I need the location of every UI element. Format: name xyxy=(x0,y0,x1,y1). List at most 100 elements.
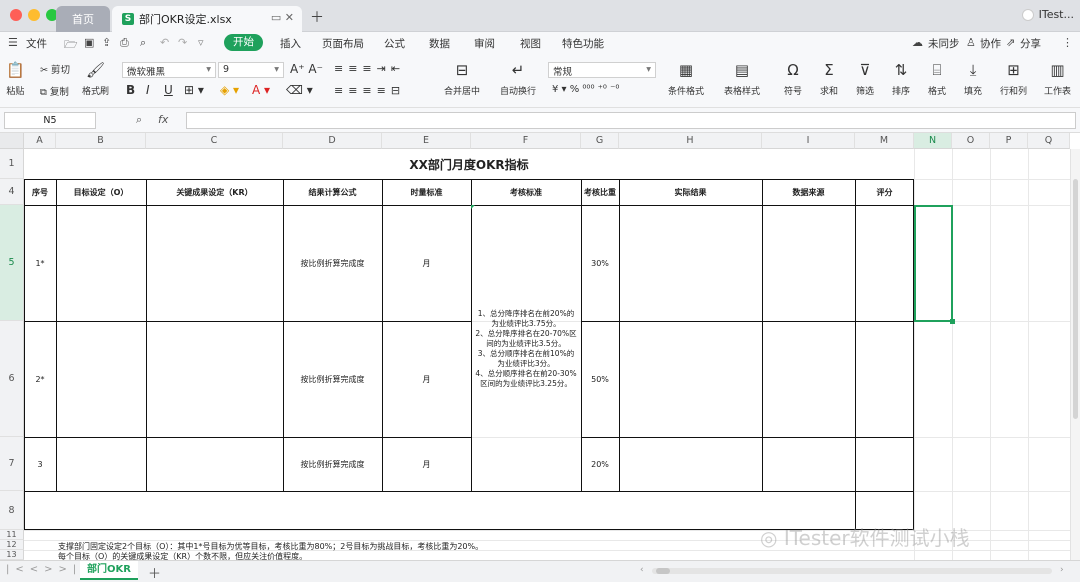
header-cell[interactable]: 评分 xyxy=(855,180,914,205)
header-cell[interactable]: 结果计算公式 xyxy=(283,180,382,205)
column-header[interactable]: F xyxy=(471,133,581,149)
sheet-title[interactable]: XX部门月度OKR指标 xyxy=(24,149,914,179)
table-style-button[interactable]: ▤ 表格样式 xyxy=(724,60,760,97)
seq-cell[interactable]: 2* xyxy=(24,322,56,437)
menu-data[interactable]: 数据 xyxy=(429,36,450,51)
header-cell[interactable]: 关键成果设定（KR） xyxy=(146,180,283,205)
share-button[interactable]: 分享 xyxy=(1020,36,1041,51)
open-folder-icon[interactable]: 🗁 xyxy=(64,36,78,55)
header-cell[interactable]: 时量标准 xyxy=(382,180,471,205)
column-header[interactable]: I xyxy=(762,133,855,149)
row-header[interactable]: 11 xyxy=(0,530,24,540)
bold-icon[interactable]: B xyxy=(126,83,135,97)
tab-home[interactable]: 首页 xyxy=(56,6,110,32)
row-header[interactable]: 4 xyxy=(0,179,24,205)
add-sheet-icon[interactable]: ＋ xyxy=(148,563,161,582)
worksheet-button[interactable]: ▥ 工作表 xyxy=(1044,60,1071,97)
column-header[interactable]: M xyxy=(855,133,914,149)
criteria-cell[interactable]: 1、总分降序排名在前20%的为业绩评比3.75分。 2、总分降序排名在20-70… xyxy=(473,206,579,491)
period-cell[interactable]: 月 xyxy=(382,322,471,437)
menu-home-tab[interactable]: 开始 xyxy=(224,34,263,51)
column-header[interactable]: G xyxy=(581,133,619,149)
paste-button[interactable]: 📋 粘贴 xyxy=(6,60,25,97)
save-icon[interactable]: ▣ xyxy=(84,36,94,49)
border-icon[interactable]: ⊞ ▾ xyxy=(184,83,204,97)
column-header[interactable]: A xyxy=(24,133,56,149)
symbol-button[interactable]: Ω 符号 xyxy=(784,60,802,97)
column-header[interactable]: B xyxy=(56,133,146,149)
more-icon[interactable]: ⋮ xyxy=(1062,36,1073,49)
sum-button[interactable]: Σ 求和 xyxy=(820,60,838,97)
italic-icon[interactable]: I xyxy=(146,83,150,97)
formula-cell[interactable]: 按比例折算完成度 xyxy=(283,438,382,491)
header-cell[interactable]: 目标设定（O） xyxy=(56,180,146,205)
menu-page-layout[interactable]: 页面布局 xyxy=(322,36,364,51)
sheet-nav-arrows[interactable]: |<<>>| xyxy=(6,564,82,575)
seq-cell[interactable]: 1* xyxy=(24,206,56,321)
vertical-scrollbar[interactable] xyxy=(1070,149,1080,560)
name-box[interactable]: N5 xyxy=(4,112,96,129)
font-size-select[interactable]: 9 ▾ xyxy=(218,62,284,78)
header-cell[interactable]: 数据来源 xyxy=(762,180,855,205)
column-header[interactable]: C xyxy=(146,133,283,149)
zoom-icon[interactable]: ⌕ xyxy=(136,113,142,127)
row-header[interactable]: 6 xyxy=(0,321,24,437)
row-col-button[interactable]: ⊞ 行和列 xyxy=(1000,60,1027,97)
close-window-button[interactable] xyxy=(10,9,22,21)
formula-cell[interactable]: 按比例折算完成度 xyxy=(283,322,382,437)
preview-icon[interactable]: ⌕ xyxy=(140,36,146,50)
period-cell[interactable]: 月 xyxy=(382,206,471,321)
row-header[interactable]: 13 xyxy=(0,550,24,560)
collaborate-button[interactable]: 协作 xyxy=(980,36,1001,51)
hscroll-left-icon[interactable]: ‹ xyxy=(640,565,644,575)
row-header[interactable]: 8 xyxy=(0,491,24,530)
conditional-format-button[interactable]: ▦ 条件格式 xyxy=(668,60,704,97)
horizontal-align-icons[interactable]: ≡≡≡≡⊟ xyxy=(334,84,405,97)
clear-format-icon[interactable]: ⌫ ▾ xyxy=(286,83,313,97)
menu-insert[interactable]: 插入 xyxy=(280,36,301,51)
formula-input[interactable] xyxy=(186,112,1076,129)
font-color-icon[interactable]: A ▾ xyxy=(252,83,270,97)
column-header-selected[interactable]: N xyxy=(914,133,952,149)
filter-button[interactable]: ⊽ 筛选 xyxy=(856,60,874,97)
tab-close-icon[interactable]: ▭ ✕ xyxy=(271,11,294,24)
number-format-icons[interactable]: ¥ ▾ % ⁰⁰⁰ ⁺⁰ ⁻⁰ xyxy=(552,84,619,95)
header-cell[interactable]: 序号 xyxy=(24,180,56,205)
fill-color-icon[interactable]: ◈ ▾ xyxy=(220,83,239,97)
sheet-tab-okr[interactable]: 部门OKR xyxy=(80,561,138,580)
redo-icon[interactable]: ↷ xyxy=(178,36,187,49)
column-header[interactable]: D xyxy=(283,133,382,149)
header-cell[interactable]: 考核比重 xyxy=(581,180,619,205)
fill-handle[interactable] xyxy=(950,319,955,324)
number-format-select[interactable]: 常规 ▾ xyxy=(548,62,656,78)
fx-icon[interactable]: fx xyxy=(158,113,168,126)
column-header[interactable]: O xyxy=(952,133,990,149)
undo-icon[interactable]: ↶ xyxy=(160,36,169,49)
wrap-text-button[interactable]: ↵ 自动换行 xyxy=(500,60,536,97)
fill-button[interactable]: ⤓ 填充 xyxy=(964,60,982,97)
column-header[interactable]: Q xyxy=(1028,133,1070,149)
user-account[interactable]: ITest... xyxy=(1021,8,1074,21)
weight-cell[interactable]: 20% xyxy=(581,438,619,491)
menu-review[interactable]: 审阅 xyxy=(474,36,495,51)
menu-file[interactable]: 文件 xyxy=(26,36,47,51)
new-tab-icon[interactable]: ＋ xyxy=(310,7,324,27)
copy-button[interactable]: ⧉ 复制 xyxy=(40,84,69,98)
menu-special[interactable]: 特色功能 xyxy=(562,36,604,51)
sort-button[interactable]: ⇅ 排序 xyxy=(892,60,910,97)
row-header[interactable]: 1 xyxy=(0,149,24,179)
column-header[interactable]: E xyxy=(382,133,471,149)
weight-cell[interactable]: 30% xyxy=(581,206,619,321)
header-cell[interactable]: 考核标准 xyxy=(471,180,581,205)
hamburger-icon[interactable]: ☰ xyxy=(8,36,18,49)
selected-cell[interactable] xyxy=(914,205,953,322)
cut-button[interactable]: ✂ 剪切 xyxy=(40,62,70,76)
chevron-down-icon[interactable]: ▿ xyxy=(198,36,204,49)
menu-view[interactable]: 视图 xyxy=(520,36,541,51)
font-grow-icon[interactable]: A⁺ A⁻ xyxy=(290,62,323,76)
select-all-corner[interactable] xyxy=(0,133,24,149)
format-button[interactable]: ⌸ 格式 xyxy=(928,60,946,97)
row-header-selected[interactable]: 5 xyxy=(0,205,24,321)
column-header[interactable]: H xyxy=(619,133,762,149)
print-icon[interactable]: ⎙ xyxy=(120,36,129,50)
